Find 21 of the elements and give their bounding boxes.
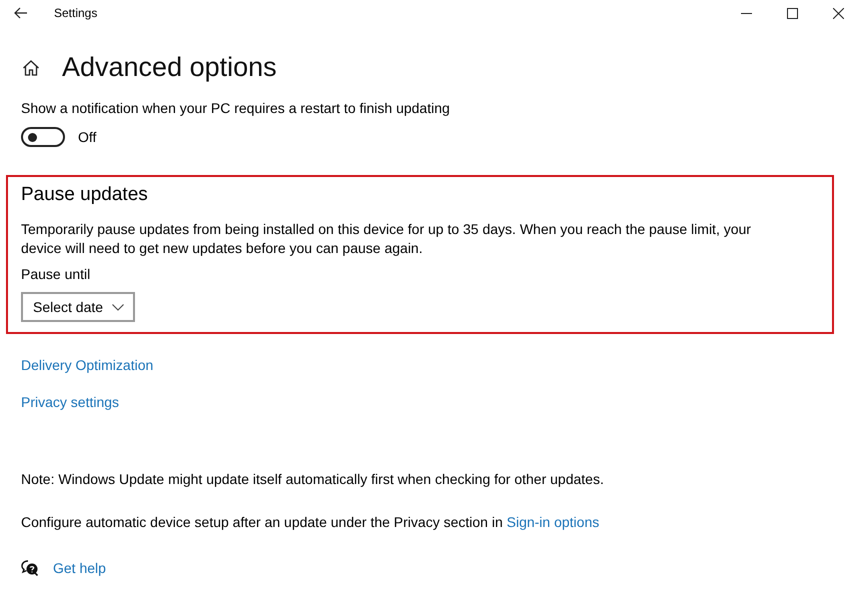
get-help-link[interactable]: Get help bbox=[53, 560, 106, 576]
maximize-icon[interactable] bbox=[787, 8, 798, 18]
section-heading: Pause updates bbox=[21, 184, 149, 206]
back-icon[interactable] bbox=[14, 7, 28, 19]
note-text: Note: Windows Update might update itself automatically first when checking for other updates. bbox=[21, 471, 605, 487]
setting-label: Show a notification when your PC requires a restart to finish updating bbox=[21, 100, 451, 116]
info-text: Configure automatic device setup after an update under the Privacy section in bbox=[21, 514, 503, 530]
page-title: Advanced options bbox=[62, 52, 277, 83]
sign-in-link[interactable]: Sign-in options bbox=[506, 514, 600, 530]
date-dropdown[interactable]: Select date bbox=[21, 292, 136, 322]
toggle-switch[interactable] bbox=[21, 127, 65, 147]
settings-link[interactable]: Delivery Optimization bbox=[21, 357, 154, 373]
field-label: Pause until bbox=[21, 266, 92, 282]
chevron-icon bbox=[112, 304, 124, 310]
close-icon[interactable] bbox=[833, 8, 844, 18]
settings-link[interactable]: Privacy settings bbox=[21, 394, 120, 410]
window-title: Settings bbox=[54, 6, 98, 20]
home-icon[interactable] bbox=[22, 58, 40, 76]
description: Temporarily pause updates from being installed on this device for up to 35 days. When you reach the pause limit, your device will need to get new updates before you can pause again. bbox=[21, 220, 752, 258]
toggle-state: Off bbox=[78, 129, 96, 145]
help-chat-icon[interactable] bbox=[21, 560, 39, 576]
